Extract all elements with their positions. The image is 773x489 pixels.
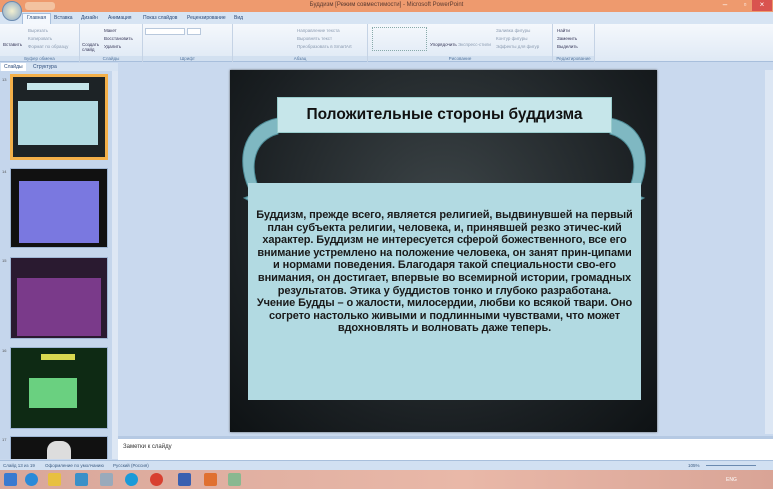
language[interactable]: Русский (Россия) xyxy=(113,463,149,468)
skype-icon[interactable] xyxy=(125,473,138,486)
cut-button[interactable]: Вырезать xyxy=(28,28,48,33)
app-icon[interactable] xyxy=(75,473,88,486)
group-slides: Создать слайд Макет Восстановить Удалить… xyxy=(80,24,143,62)
tab-design[interactable]: Дизайн xyxy=(77,14,102,22)
reset-button[interactable]: Восстановить xyxy=(104,36,133,41)
layout-button[interactable]: Макет xyxy=(104,28,117,33)
arrange-button[interactable]: Упорядочить xyxy=(430,42,457,47)
word-icon[interactable] xyxy=(178,473,191,486)
tab-animation[interactable]: Анимация xyxy=(104,14,135,22)
group-paragraph: Направление текста Выровнять текст Преоб… xyxy=(233,24,368,62)
app-icon[interactable] xyxy=(100,473,113,486)
slide-number: 14 xyxy=(2,169,7,174)
smartart-button[interactable]: Преобразовать в SmartArt xyxy=(297,44,352,49)
slide-number: 16 xyxy=(2,348,7,353)
minimize-button[interactable]: – xyxy=(715,0,735,11)
paragraph: Учение Будды – о жалости, милосердии, лю… xyxy=(256,297,633,335)
shape-effects-button[interactable]: Эффекты для фигур xyxy=(496,44,539,49)
theme-name: Оформление по умолчанию xyxy=(45,463,104,468)
notes-placeholder: Заметки к слайду xyxy=(123,444,172,450)
copy-button[interactable]: Копировать xyxy=(28,36,52,41)
office-button[interactable] xyxy=(2,1,22,21)
chrome-icon[interactable] xyxy=(150,473,163,486)
window-title: Буддизм [Режим совместимости] - Microsof… xyxy=(309,2,464,8)
slide-thumbnail-current[interactable] xyxy=(10,74,108,160)
powerpoint-icon[interactable] xyxy=(204,473,217,486)
start-icon[interactable] xyxy=(4,473,17,486)
shapes-gallery[interactable] xyxy=(372,27,427,51)
slide-canvas: Положительные стороны буддизма Буддизм, … xyxy=(230,70,657,432)
app-icon[interactable] xyxy=(228,473,241,486)
find-button[interactable]: Найти xyxy=(557,28,570,33)
group-drawing: Упорядочить Экспресс-стили Заливка фигур… xyxy=(368,24,553,62)
tab-home[interactable]: Главная xyxy=(22,13,52,24)
notes-pane[interactable]: Заметки к слайду xyxy=(118,436,773,460)
paste-button[interactable]: Вставить xyxy=(3,42,22,47)
slide-number: 13 xyxy=(2,77,7,82)
status-bar: Слайд 13 из 19 Оформление по умолчанию Р… xyxy=(0,460,773,470)
tab-outline[interactable]: Структура xyxy=(30,63,60,71)
format-painter-button[interactable]: Формат по образцу xyxy=(28,44,68,49)
tab-review[interactable]: Рецензирование xyxy=(183,14,230,22)
shape-fill-button[interactable]: Заливка фигуры xyxy=(496,28,530,33)
paragraph: Буддизм, прежде всего, является религией… xyxy=(256,209,633,297)
replace-button[interactable]: Заменить xyxy=(557,36,577,41)
ribbon-tabs: Главная Вставка Дизайн Анимация Показ сл… xyxy=(0,12,773,24)
group-font: Шрифт xyxy=(143,24,233,62)
align-text-button[interactable]: Выровнять текст xyxy=(297,36,332,41)
font-name-input[interactable] xyxy=(145,28,185,35)
panel-tabs: Слайды Структура xyxy=(0,63,118,71)
group-label: Редактирование xyxy=(553,56,594,61)
slides-panel-scrollbar[interactable] xyxy=(112,71,118,459)
slide-thumbnail[interactable] xyxy=(10,436,108,459)
slide-thumbnail[interactable] xyxy=(10,257,108,339)
group-label: Слайды xyxy=(80,56,142,61)
slide-counter: Слайд 13 из 19 xyxy=(3,463,35,468)
zoom-level[interactable]: 105% xyxy=(688,463,700,468)
tab-view[interactable]: Вид xyxy=(230,14,247,22)
slide-thumbnail[interactable] xyxy=(10,168,108,248)
text-direction-button[interactable]: Направление текста xyxy=(297,28,340,33)
group-label: Буфер обмена xyxy=(0,56,79,61)
slide-number: 15 xyxy=(2,258,7,263)
quick-access-toolbar[interactable] xyxy=(25,2,55,10)
zoom-slider[interactable] xyxy=(706,465,756,466)
tab-insert[interactable]: Вставка xyxy=(50,14,77,22)
group-clipboard: Вставить Вырезать Копировать Формат по о… xyxy=(0,24,80,62)
new-slide-button[interactable]: Создать слайд xyxy=(82,42,100,52)
slide-content[interactable]: Буддизм, прежде всего, является религией… xyxy=(248,183,641,400)
explorer-icon[interactable] xyxy=(48,473,61,486)
tab-slides[interactable]: Слайды xyxy=(1,63,26,71)
group-editing: Найти Заменить Выделить Редактирование xyxy=(553,24,595,62)
group-label: Абзац xyxy=(233,56,367,61)
slide-scrollbar[interactable] xyxy=(765,70,773,434)
language-indicator[interactable]: ENG xyxy=(726,477,737,483)
tab-slideshow[interactable]: Показ слайдов xyxy=(139,14,181,22)
select-button[interactable]: Выделить xyxy=(557,44,578,49)
slide-number: 17 xyxy=(2,437,7,442)
slide-thumbnail[interactable] xyxy=(10,347,108,429)
slide-title[interactable]: Положительные стороны буддизма xyxy=(277,97,612,133)
ribbon: Вставить Вырезать Копировать Формат по о… xyxy=(0,24,773,62)
ie-icon[interactable] xyxy=(25,473,38,486)
shape-outline-button[interactable]: Контур фигуры xyxy=(496,36,527,41)
quick-styles-button[interactable]: Экспресс-стили xyxy=(458,42,491,47)
close-button[interactable]: × xyxy=(752,0,772,11)
font-size-input[interactable] xyxy=(187,28,201,35)
taskbar: ENG xyxy=(0,470,773,489)
slides-panel: 13 14 15 16 17 xyxy=(0,71,118,459)
group-label: Шрифт xyxy=(143,56,232,61)
group-label: Рисование xyxy=(368,56,552,61)
delete-slide-button[interactable]: Удалить xyxy=(104,44,121,49)
title-bar: Буддизм [Режим совместимости] - Microsof… xyxy=(0,0,773,12)
